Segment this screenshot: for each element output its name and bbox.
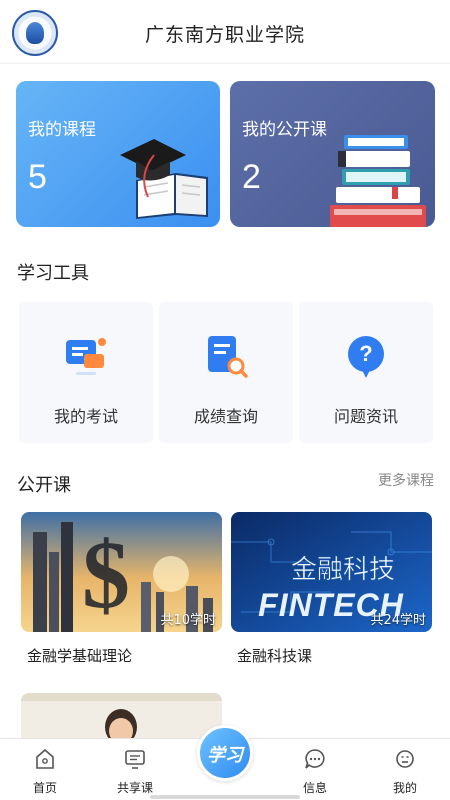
course-hours-badge: 共10学时 xyxy=(160,613,216,628)
app-header: 广东南方职业学院 xyxy=(0,0,450,64)
my-courses-title: 我的课程 xyxy=(28,120,96,140)
home-icon xyxy=(36,748,54,769)
exam-icon xyxy=(66,338,106,375)
tool-question-info-label: 问题资讯 xyxy=(333,407,398,426)
nav-home-label: 首页 xyxy=(32,781,57,795)
graduation-book-icon xyxy=(120,139,208,219)
more-courses-link[interactable]: 更多课程 xyxy=(378,470,434,490)
page-title: 广东南方职业学院 xyxy=(144,24,305,46)
my-open-courses-title: 我的公开课 xyxy=(242,120,327,140)
my-open-courses-count: 2 xyxy=(242,158,261,196)
course-title-fintech[interactable]: 金融科技课 xyxy=(237,645,312,666)
message-icon xyxy=(305,749,325,769)
course-card-partial[interactable] xyxy=(21,693,222,743)
nav-shared-course[interactable]: 共享课 xyxy=(95,739,175,800)
profile-icon xyxy=(396,750,414,768)
my-courses-card[interactable]: 我的课程 5 xyxy=(16,81,220,227)
bottom-nav: 首页 共享课 学习 信息 我的 xyxy=(0,725,450,800)
tools-section-title: 学习工具 xyxy=(17,263,89,284)
svg-text:$: $ xyxy=(82,521,130,628)
my-open-courses-card[interactable]: 我的公开课 2 xyxy=(230,81,435,227)
nav-profile-label: 我的 xyxy=(392,781,417,795)
study-button[interactable]: 学习 xyxy=(197,725,253,781)
open-courses-section-title: 公开课 xyxy=(17,475,71,496)
grade-search-icon xyxy=(208,336,248,378)
partial-course-image xyxy=(21,693,222,743)
nav-messages[interactable]: 信息 xyxy=(275,739,355,800)
course-card-fintech[interactable]: 金融科技 FINTECH 共24学时 xyxy=(231,512,432,632)
nav-messages-label: 信息 xyxy=(302,781,327,795)
shared-course-icon xyxy=(125,750,145,769)
course-card-finance-basics[interactable]: $ 共10学时 xyxy=(21,512,222,632)
study-button-label: 学习 xyxy=(207,745,243,766)
tool-my-exam[interactable]: 我的考试 xyxy=(19,302,153,443)
question-icon: ? xyxy=(348,336,384,378)
course-title-finance-basics[interactable]: 金融学基础理论 xyxy=(27,645,132,666)
tool-grade-search[interactable]: 成绩查询 xyxy=(159,302,293,443)
nav-shared-course-label: 共享课 xyxy=(116,781,153,795)
book-stack-icon xyxy=(330,135,426,227)
tool-grade-search-label: 成绩查询 xyxy=(193,407,258,426)
my-courses-count: 5 xyxy=(28,158,47,196)
tool-question-info[interactable]: ? 问题资讯 xyxy=(299,302,433,443)
fintech-cn-text: 金融科技 xyxy=(291,555,395,585)
tool-my-exam-label: 我的考试 xyxy=(53,407,118,426)
home-indicator xyxy=(150,795,300,799)
svg-text:?: ? xyxy=(359,341,372,366)
nav-home[interactable]: 首页 xyxy=(5,739,85,800)
nav-profile[interactable]: 我的 xyxy=(365,739,445,800)
course-hours-badge: 共24学时 xyxy=(370,613,426,628)
